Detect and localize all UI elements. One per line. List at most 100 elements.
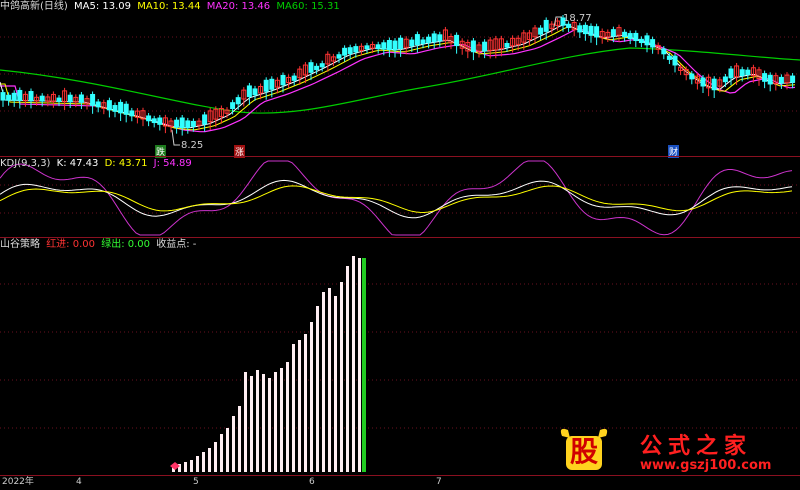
candle-body [745, 69, 751, 75]
candle-body [588, 25, 594, 36]
candle-body [190, 120, 196, 127]
candle-body [202, 114, 208, 125]
candle-body [431, 33, 437, 43]
candle-body [185, 120, 191, 128]
strategy-bar [292, 344, 295, 472]
strategy-bar [256, 370, 259, 472]
candle-body [644, 35, 650, 46]
kdj-header: KDJ(9,3,3) K: 47.43 D: 43.71 J: 54.89 [0, 157, 195, 171]
candle-body [146, 115, 152, 122]
candle-body [381, 42, 387, 50]
strategy-bar [202, 452, 205, 472]
strategy-bar [244, 372, 247, 472]
strategy-bar [340, 282, 343, 472]
candle-body [398, 37, 404, 50]
strategy-bar [250, 376, 253, 472]
candle-body [672, 55, 678, 66]
strategy-bar [226, 428, 229, 472]
strategy-bar [352, 256, 355, 472]
candle-body [308, 62, 314, 73]
x-axis-label: 5 [193, 477, 199, 487]
strategy-bar [334, 296, 337, 472]
candle-body [420, 39, 426, 45]
candle-body [375, 44, 381, 50]
high-price-label: 18.77 [563, 13, 592, 24]
kdj-panel[interactable]: KDJ(9,3,3) K: 47.43 D: 43.71 J: 54.89 [0, 157, 800, 237]
ma60-label: MA60: 15.31 [276, 1, 340, 12]
candle-body [291, 75, 297, 81]
candle-body [689, 73, 695, 80]
x-axis: 2022年 4 5 6 7 [0, 475, 800, 490]
candle-body [610, 29, 616, 37]
candle-body [314, 65, 320, 71]
red-entry-label: 红进: 0.00 [46, 239, 96, 250]
candle-body [364, 45, 370, 50]
candle-body [767, 74, 773, 85]
strategy-bar [274, 372, 277, 472]
candle-body [482, 41, 488, 52]
ma20-label: MA20: 13.46 [206, 1, 271, 12]
candle-body [235, 97, 241, 105]
candle-body [246, 85, 252, 98]
candle-body [538, 27, 544, 35]
candle-body [230, 102, 236, 110]
x-axis-label: 6 [309, 477, 315, 487]
candle-body [414, 34, 420, 46]
candle-body [112, 105, 118, 112]
candle-body [174, 119, 180, 128]
strategy-bar [268, 378, 271, 472]
low-marker [171, 129, 180, 146]
candle-body [577, 25, 583, 33]
kdj-j-line [0, 160, 793, 236]
candle-body [627, 33, 633, 40]
candle-body [722, 76, 728, 83]
candle-body [56, 97, 62, 102]
strategy-bar [196, 456, 199, 472]
strategy-bar [238, 406, 241, 472]
exit-signal-bar [362, 258, 366, 472]
candle-body [336, 54, 342, 59]
candle-body [269, 78, 275, 90]
candle-body [778, 76, 784, 84]
ma5-label: MA5: 13.09 [74, 1, 132, 12]
candle-body [622, 31, 628, 38]
strategy-bar [298, 340, 301, 472]
candle-body [700, 77, 706, 87]
brand-url: www.gszj100.com [640, 458, 772, 473]
low-price-label: 8.25 [181, 140, 204, 151]
strategy-bar [310, 322, 313, 472]
ma10-label: MA10: 13.44 [137, 1, 201, 12]
candle-body [661, 48, 667, 55]
candle-body [543, 19, 549, 32]
strategy-bar [316, 306, 319, 472]
candle-body [454, 34, 460, 47]
candle-body [0, 92, 6, 101]
strategy-bar [304, 334, 307, 472]
candle-body [11, 92, 17, 101]
strategy-bar [184, 462, 187, 472]
candle-body [790, 75, 796, 83]
candle-body [504, 43, 510, 48]
strategy-title: 山谷策略 [0, 239, 40, 250]
candle-body [437, 34, 443, 42]
candle-body [470, 40, 476, 53]
strategy-bar [346, 266, 349, 472]
candle-body [728, 68, 734, 79]
candle-body [17, 89, 23, 101]
price-chart[interactable] [0, 0, 800, 156]
candle-body [319, 63, 325, 68]
candle-body [638, 38, 644, 44]
candle-body [353, 46, 359, 53]
candle-body [118, 101, 124, 114]
candle-body [342, 47, 348, 56]
candle-body [106, 100, 112, 111]
candle-body [711, 78, 717, 91]
strategy-bar [358, 258, 361, 472]
strategy-bar [214, 442, 217, 472]
candle-body [179, 117, 185, 129]
kdj-d-label: D: 43.71 [104, 158, 148, 169]
strategy-bar [328, 288, 331, 472]
candle-body [151, 118, 157, 124]
candle-body [426, 36, 432, 44]
main-price-panel[interactable]: 中鸽高新(日线) MA5: 13.09 MA10: 13.44 MA20: 13… [0, 0, 800, 158]
